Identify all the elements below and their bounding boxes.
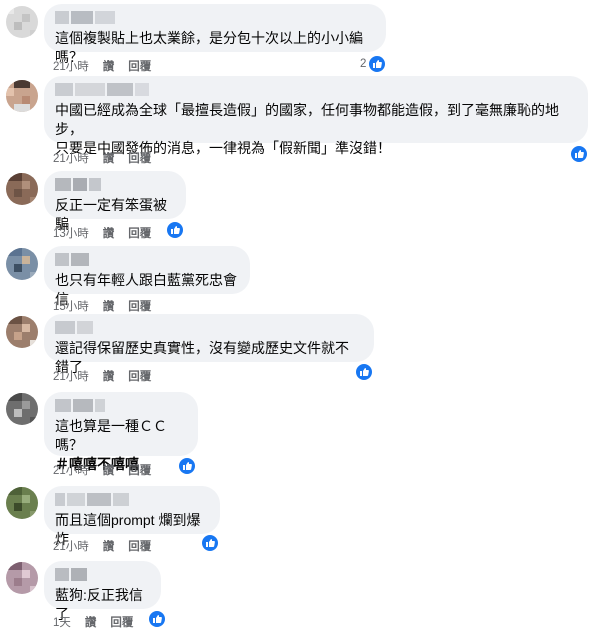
avatar[interactable] <box>6 316 38 348</box>
reply-button[interactable]: 回覆 <box>128 368 151 384</box>
comment-meta: 21小時 讚 回覆 <box>53 58 151 74</box>
reply-button[interactable]: 回覆 <box>110 614 133 630</box>
comment-bubble: 反正一定有笨蛋被騙 <box>44 171 186 232</box>
avatar[interactable] <box>6 393 38 425</box>
like-button[interactable]: 讚 <box>103 150 115 166</box>
reply-button[interactable]: 回覆 <box>128 58 151 74</box>
avatar[interactable] <box>6 6 38 38</box>
avatar[interactable] <box>6 173 38 205</box>
avatar[interactable] <box>6 80 38 112</box>
reply-button[interactable]: 回覆 <box>128 225 151 241</box>
reply-button[interactable]: 回覆 <box>128 538 151 554</box>
like-icon[interactable] <box>202 535 218 551</box>
like-button[interactable]: 讚 <box>103 538 115 554</box>
timestamp[interactable]: 21小時 <box>53 58 89 74</box>
like-icon[interactable] <box>571 146 587 162</box>
comment-meta: 21小時 讚 回覆 <box>53 462 151 478</box>
reply-button[interactable]: 回覆 <box>128 298 151 314</box>
like-icon[interactable] <box>167 222 183 238</box>
commenter-name[interactable] <box>55 11 374 24</box>
timestamp[interactable]: 21小時 <box>53 150 89 166</box>
like-icon[interactable] <box>356 364 372 380</box>
commenter-name[interactable] <box>55 568 149 581</box>
comment-text: 這也算是一種ＣＣ嗎？ <box>55 418 167 453</box>
commenter-name[interactable] <box>55 493 208 506</box>
like-button[interactable]: 讚 <box>103 462 115 478</box>
comment-bubble: 而且這個prompt 爛到爆炸 <box>44 486 220 547</box>
reaction-count[interactable]: 2 <box>360 58 366 70</box>
comment-bubble: 中國已經成為全球「最擅長造假」的國家，任何事物都能造假，到了毫無廉恥的地步， 只… <box>44 76 588 156</box>
commenter-name[interactable] <box>55 399 186 412</box>
avatar[interactable] <box>6 487 38 519</box>
comment-meta: 15小時 讚 回覆 <box>53 298 151 314</box>
commenter-name[interactable] <box>55 253 238 266</box>
like-icon[interactable] <box>149 611 165 627</box>
timestamp[interactable]: 1天 <box>53 614 71 630</box>
comment-meta: 21小時 讚 回覆 <box>53 368 151 384</box>
comment-meta: 13小時 讚 回覆 <box>53 225 151 241</box>
comment-bubble: 藍狗:反正我信了 <box>44 561 161 622</box>
like-button[interactable]: 讚 <box>103 368 115 384</box>
like-button[interactable]: 讚 <box>85 614 97 630</box>
timestamp[interactable]: 21小時 <box>53 462 89 478</box>
avatar[interactable] <box>6 562 38 594</box>
comment-text: 中國已經成為全球「最擅長造假」的國家，任何事物都能造假，到了毫無廉恥的地步， <box>55 102 559 137</box>
commenter-name[interactable] <box>55 178 174 191</box>
like-button[interactable]: 讚 <box>103 58 115 74</box>
comment-meta: 21小時 讚 回覆 <box>53 150 151 166</box>
comment-meta: 21小時 讚 回覆 <box>53 538 151 554</box>
avatar[interactable] <box>6 248 38 280</box>
comment-meta: 1天 讚 回覆 <box>53 614 133 630</box>
commenter-name[interactable] <box>55 83 576 96</box>
timestamp[interactable]: 15小時 <box>53 298 89 314</box>
reply-button[interactable]: 回覆 <box>128 150 151 166</box>
like-icon[interactable] <box>369 56 385 72</box>
comment-bubble: 這個複製貼上也太業餘，是分包十次以上的小小編嗎？ <box>44 4 386 65</box>
reply-button[interactable]: 回覆 <box>128 462 151 478</box>
like-button[interactable]: 讚 <box>103 298 115 314</box>
timestamp[interactable]: 13小時 <box>53 225 89 241</box>
timestamp[interactable]: 21小時 <box>53 538 89 554</box>
comment-bubble: 還記得保留歷史真實性，沒有變成歷史文件就不錯了 <box>44 314 374 375</box>
timestamp[interactable]: 21小時 <box>53 368 89 384</box>
like-icon[interactable] <box>179 458 195 474</box>
comment-bubble: 也只有年輕人跟白藍黨死忠會信 <box>44 246 250 307</box>
comment-bubble: 這也算是一種ＣＣ嗎？ ＃嘻嘻不嘻嘻 <box>44 392 198 472</box>
like-button[interactable]: 讚 <box>103 225 115 241</box>
commenter-name[interactable] <box>55 321 362 334</box>
